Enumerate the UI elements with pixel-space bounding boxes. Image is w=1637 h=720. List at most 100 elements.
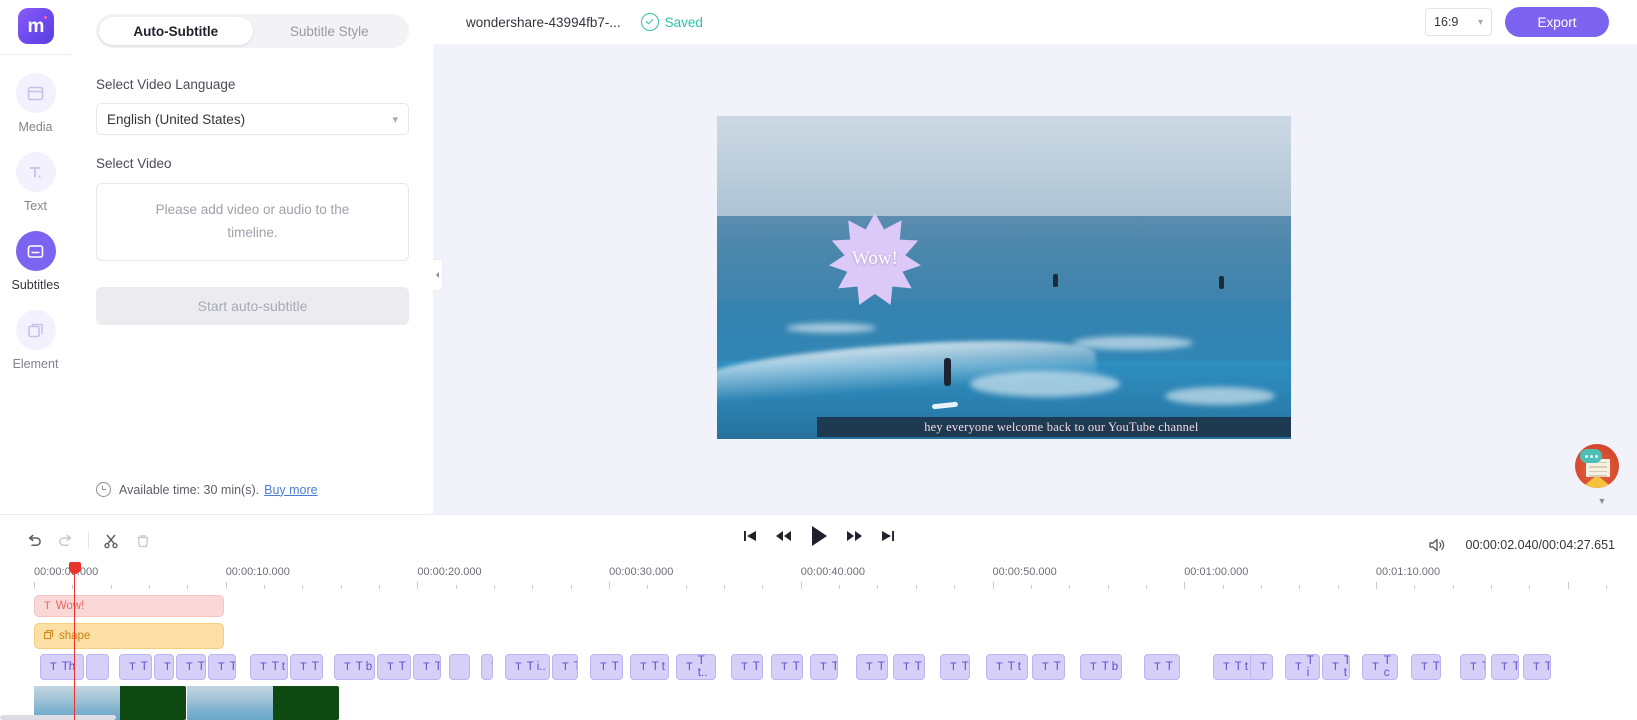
sidebar-item-media[interactable]: Media bbox=[0, 73, 71, 134]
timeline-clip-subtitle[interactable]: TT bbox=[176, 654, 206, 680]
sidebar-item-subtitles[interactable]: Subtitles bbox=[0, 231, 71, 292]
timeline-clip-subtitle[interactable]: T Th bbox=[40, 654, 84, 680]
clip-label: T bbox=[792, 661, 800, 673]
rail-divider bbox=[0, 54, 71, 55]
panel-collapse-handle[interactable] bbox=[433, 259, 443, 291]
delete-icon[interactable] bbox=[127, 525, 159, 557]
timeline-clip-subtitle[interactable]: TT bbox=[1411, 654, 1441, 680]
clip-type-icon: T bbox=[741, 661, 748, 673]
timeline-clip-subtitle[interactable]: TT bbox=[208, 654, 236, 680]
timeline-clip-subtitle[interactable]: TT bbox=[413, 654, 441, 680]
timeline-clip-subtitle[interactable]: TT bbox=[377, 654, 411, 680]
timeline-clip-subtitle[interactable]: T T t.. bbox=[676, 654, 716, 680]
ruler-tick bbox=[1145, 585, 1147, 589]
horizontal-scrollbar[interactable] bbox=[0, 715, 116, 720]
ruler-tick bbox=[187, 585, 189, 589]
volume-icon[interactable] bbox=[1421, 529, 1453, 561]
timeline-clip-subtitle[interactable]: TT bbox=[893, 654, 925, 680]
timeline-clip-subtitle[interactable] bbox=[449, 654, 470, 680]
playhead[interactable] bbox=[68, 562, 81, 720]
timeline-clip-subtitle[interactable]: TT bbox=[810, 654, 838, 680]
clip-label: T bbox=[435, 661, 440, 673]
timeline-clip-subtitle[interactable]: TT bbox=[1250, 654, 1273, 680]
buy-more-link[interactable]: Buy more bbox=[264, 483, 318, 497]
timeline-clip-subtitle[interactable]: TT t bbox=[250, 654, 288, 680]
video-canvas[interactable]: Wow! hey everyone welcome back to our Yo… bbox=[717, 116, 1291, 439]
timeline-clip-subtitle[interactable]: TT t bbox=[630, 654, 669, 680]
timeline-clip-subtitle[interactable]: TT bbox=[290, 654, 323, 680]
timeline-clip-subtitle[interactable]: TT bbox=[731, 654, 763, 680]
help-chat-icon[interactable] bbox=[1575, 444, 1619, 488]
timeline-clip-subtitle[interactable]: TT bbox=[552, 654, 578, 680]
timeline-clip-subtitle[interactable]: TT bbox=[1144, 654, 1180, 680]
clip-label: T bbox=[1545, 661, 1550, 673]
distant-swimmer bbox=[1052, 274, 1058, 288]
preview-collapse-arrow[interactable]: ▼ bbox=[1593, 494, 1611, 508]
clip-type-icon: T bbox=[218, 661, 225, 673]
clip-label: T t bbox=[271, 661, 285, 673]
timeline-clip-subtitle[interactable]: TT c bbox=[1362, 654, 1398, 680]
timeline-clip-subtitle[interactable]: TT b bbox=[334, 654, 375, 680]
ruler-label: 00:00:10.000 bbox=[225, 566, 290, 578]
clip-label: T bbox=[398, 661, 406, 673]
timeline-tracks[interactable]: TWow!shapeTThTTTTTTTTTT tTTTT bTTTTT|TT … bbox=[0, 592, 1637, 720]
caption-bar[interactable]: hey everyone welcome back to our YouTube… bbox=[817, 417, 1291, 437]
rewind-icon[interactable] bbox=[775, 528, 792, 544]
timeline-clip-subtitle[interactable]: TT bbox=[856, 654, 888, 680]
timeline-clip-subtitle[interactable]: TT bbox=[1460, 654, 1486, 680]
timeline-clip-subtitle[interactable]: T| bbox=[481, 654, 493, 680]
sidebar-item-element[interactable]: Element bbox=[0, 310, 71, 371]
play-icon[interactable] bbox=[809, 525, 829, 547]
tab-subtitle-style[interactable]: Subtitle Style bbox=[253, 17, 407, 45]
playhead-knob[interactable] bbox=[68, 562, 81, 574]
clip-type-icon: T bbox=[423, 661, 430, 673]
clip-type-icon: T bbox=[781, 661, 788, 673]
chat-bubble-shape bbox=[1580, 449, 1602, 463]
tab-auto-subtitle[interactable]: Auto-Subtitle bbox=[99, 17, 253, 45]
timeline-clip-subtitle[interactable]: TT bbox=[940, 654, 970, 680]
app-logo[interactable]: m bbox=[17, 8, 54, 44]
cut-icon[interactable] bbox=[95, 525, 127, 557]
timeline-clip-subtitle[interactable]: T T i.. bbox=[505, 654, 550, 680]
current-time: 00:00:02.040 bbox=[1465, 538, 1539, 552]
timeline-clip-subtitle[interactable]: TT bbox=[154, 654, 174, 680]
timeline-clip-subtitle[interactable]: TT bbox=[119, 654, 152, 680]
timeline-clip-subtitle[interactable]: TT bbox=[1523, 654, 1551, 680]
total-time: 00:04:27.651 bbox=[1542, 538, 1615, 552]
sidebar-item-label: Subtitles bbox=[11, 278, 60, 292]
left-icon-rail: m Media Text Subtitles Element bbox=[0, 0, 72, 537]
jump-end-icon[interactable] bbox=[880, 528, 896, 544]
clip-label: T b bbox=[355, 661, 373, 673]
timeline-clip-subtitle[interactable]: TT t bbox=[986, 654, 1028, 680]
ruler-tick bbox=[1337, 585, 1339, 589]
timeline-clip-subtitle[interactable]: TT bbox=[590, 654, 623, 680]
timeline-clip-subtitle[interactable]: TT bbox=[1032, 654, 1065, 680]
export-button[interactable]: Export bbox=[1505, 7, 1609, 37]
redo-icon[interactable] bbox=[50, 525, 82, 557]
timeline-clip-subtitle[interactable]: TT i bbox=[1285, 654, 1320, 680]
undo-icon[interactable] bbox=[18, 525, 50, 557]
project-title[interactable]: wondershare-43994fb7-... bbox=[466, 15, 621, 30]
timeline-clip-subtitle[interactable] bbox=[86, 654, 109, 680]
check-circle-icon bbox=[640, 13, 659, 31]
clip-type-icon: T bbox=[640, 661, 647, 673]
timeline-clip-subtitle[interactable]: TT t bbox=[1322, 654, 1350, 680]
timeline-clip-text[interactable]: T Wow! bbox=[34, 595, 224, 617]
clip-type-icon: T bbox=[686, 661, 693, 673]
timeline-clip-video[interactable] bbox=[187, 686, 339, 720]
timeline-ruler[interactable]: 00:00:00.000 00:00:10.000 00:00:20.000 00:0… bbox=[0, 566, 1637, 592]
chevron-down-icon: ▾ bbox=[1477, 16, 1483, 28]
aspect-ratio-select[interactable]: 16:9 ▾ bbox=[1425, 8, 1492, 36]
video-dropzone[interactable]: Please add video or audio to the timelin… bbox=[96, 183, 409, 261]
timeline-clip-subtitle[interactable]: TT bbox=[1491, 654, 1519, 680]
jump-start-icon[interactable] bbox=[742, 528, 758, 544]
sidebar-item-text[interactable]: Text bbox=[0, 152, 71, 213]
timeline-clip-shape[interactable]: shape bbox=[34, 623, 224, 649]
clip-label: T bbox=[877, 661, 885, 673]
start-auto-subtitle-button[interactable]: Start auto-subtitle bbox=[96, 287, 409, 325]
timeline-clip-subtitle[interactable]: TT b bbox=[1080, 654, 1122, 680]
timeline-clip-subtitle[interactable]: TT t bbox=[1213, 654, 1255, 680]
timeline-clip-subtitle[interactable]: TT bbox=[771, 654, 803, 680]
language-select[interactable]: English (United States) ▾ bbox=[96, 103, 409, 135]
fast-forward-icon[interactable] bbox=[846, 528, 863, 544]
